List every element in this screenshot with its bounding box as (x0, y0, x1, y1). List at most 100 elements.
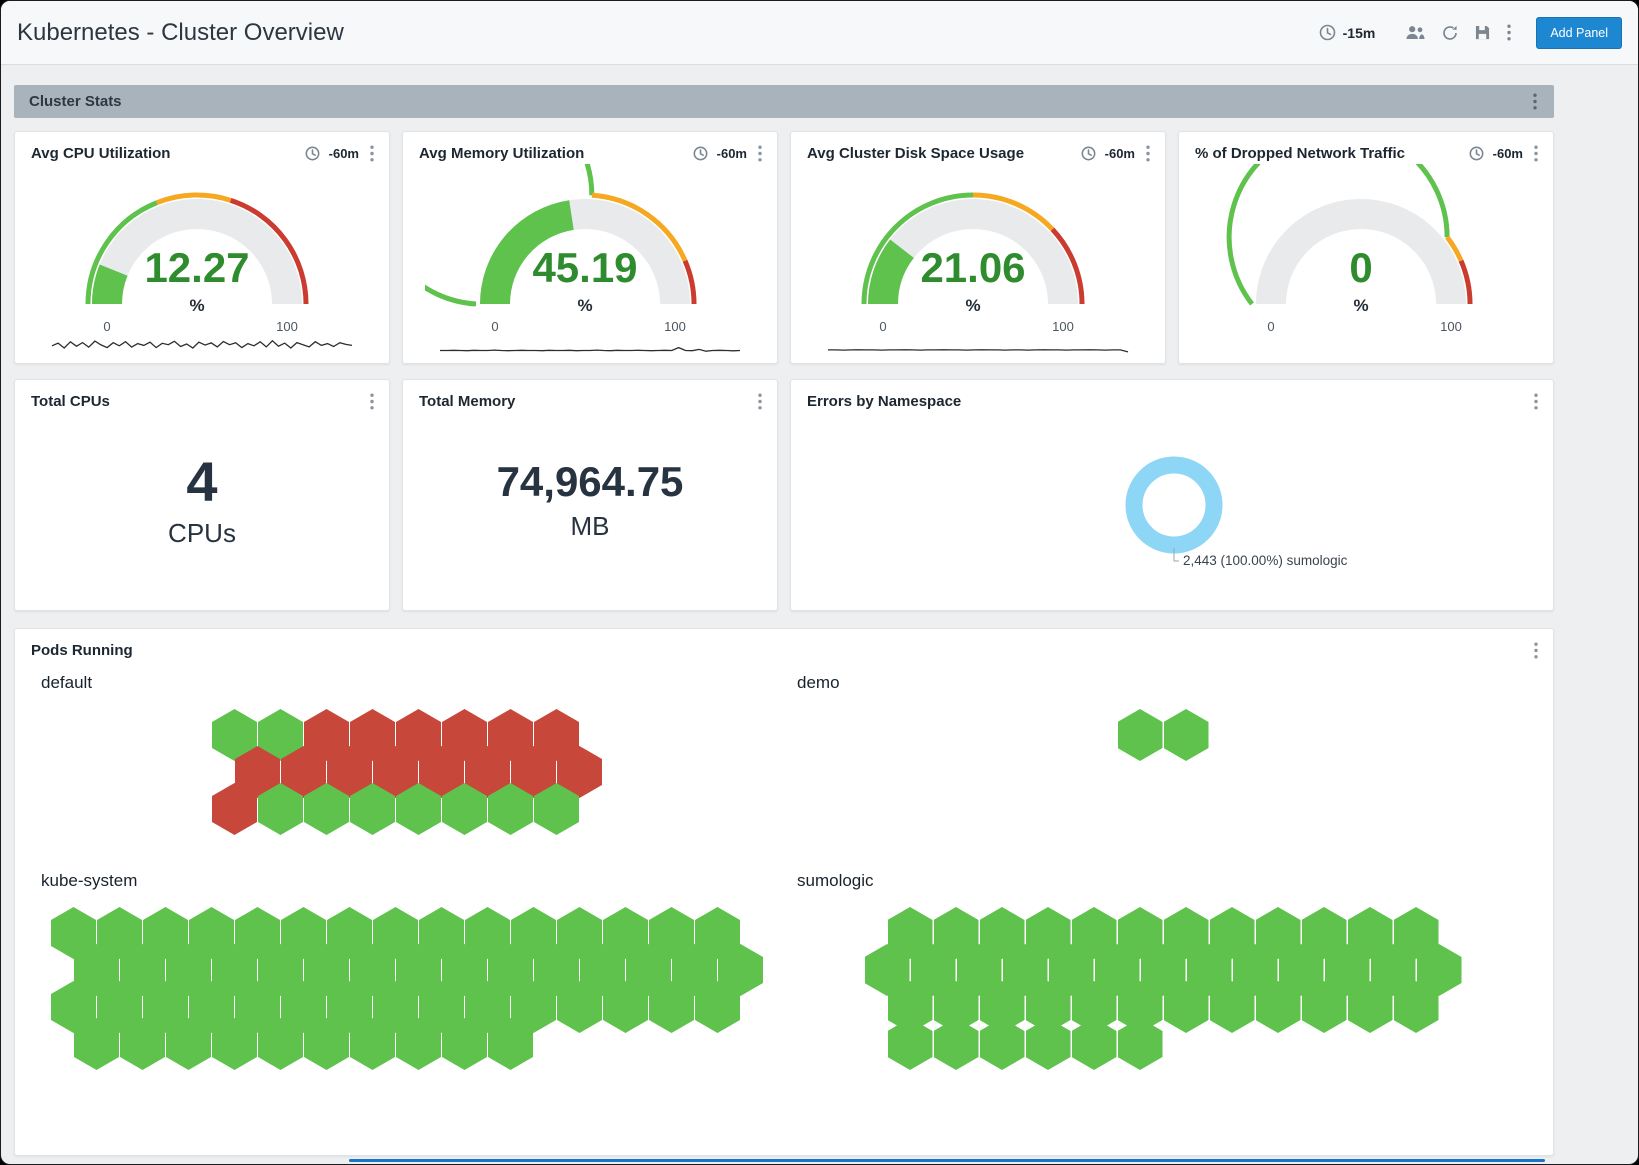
save-icon[interactable] (1475, 25, 1490, 40)
svg-text:21.06: 21.06 (920, 244, 1025, 291)
gauge-svg: 45.19% 0 100 (425, 164, 755, 356)
panel-pods-running: Pods Running default demo kube-system (14, 628, 1554, 1156)
stats-row: Total CPUs 4 CPUs Total Memory (14, 379, 1554, 611)
refresh-icon[interactable] (1442, 25, 1458, 41)
panel-kebab-menu-icon[interactable] (756, 393, 764, 410)
cpu-gauge-chart: 12.27% 0 100 (15, 164, 389, 356)
donut-segment-sumologic[interactable] (1134, 465, 1214, 545)
svg-text:100: 100 (276, 319, 298, 334)
gauge-sparkline (440, 348, 740, 352)
disk-gauge-chart: 21.06%0100 (791, 164, 1165, 356)
header-toolbar: -15m Add Panel (1319, 17, 1622, 49)
panel-kebab-menu-icon[interactable] (1532, 145, 1540, 162)
pod-hex[interactable] (1164, 709, 1209, 761)
svg-text:45.19: 45.19 (532, 244, 637, 291)
panel-kebab-menu-icon[interactable] (756, 145, 764, 162)
section-header-cluster-stats[interactable]: Cluster Stats (14, 85, 1554, 118)
gauge-sparkline (52, 341, 352, 348)
clock-icon (1469, 146, 1484, 161)
gauge-value-fill (883, 249, 902, 304)
namespace-label: sumologic (797, 871, 1541, 891)
panel-avg-cpu-utilization: Avg CPU Utilization -60m 12.27% 0 100 (14, 131, 390, 364)
clock-icon (1319, 24, 1336, 41)
add-panel-button[interactable]: Add Panel (1536, 17, 1622, 49)
time-range-control[interactable]: -15m (1319, 24, 1376, 41)
honeycomb-default (212, 709, 602, 835)
panel-kebab-menu-icon[interactable] (1144, 145, 1152, 162)
pod-hex[interactable] (1072, 1018, 1117, 1070)
dashboard-header: Kubernetes - Cluster Overview -15m Add P… (1, 1, 1638, 65)
namespace-label: default (41, 673, 785, 693)
namespace-label: demo (797, 673, 1541, 693)
panel-title: Total CPUs (31, 393, 110, 410)
svg-text:0: 0 (491, 319, 498, 334)
panel-time-range[interactable]: -60m (329, 146, 359, 161)
section-title: Cluster Stats (29, 93, 122, 110)
panel-time-range[interactable]: -60m (1493, 146, 1523, 161)
honeycomb-demo (1118, 709, 1209, 761)
pod-group-default: default (29, 663, 785, 835)
header-kebab-menu-icon[interactable] (1507, 24, 1511, 41)
panel-avg-memory-utilization: Avg Memory Utilization -60m 45.19% 0 100 (402, 131, 778, 364)
pod-hex[interactable] (980, 1018, 1025, 1070)
panel-kebab-menu-icon[interactable] (368, 145, 376, 162)
pods-honeycomb-grid: default demo kube-system sumologic (15, 659, 1553, 1080)
svg-text:0: 0 (1349, 244, 1372, 291)
gauge-value-fill (107, 270, 114, 304)
panel-title: Avg CPU Utilization (31, 145, 170, 162)
panel-title: Errors by Namespace (807, 393, 961, 410)
panel-avg-cluster-disk-space-usage: Avg Cluster Disk Space Usage -60m 21.06%… (790, 131, 1166, 364)
panel-kebab-menu-icon[interactable] (1532, 642, 1540, 659)
gauge-sparkline (828, 350, 1128, 352)
svg-text:0: 0 (1267, 319, 1274, 334)
gauge-svg: 0% 0 100 (1201, 164, 1531, 356)
panel-total-memory: Total Memory 74,964.75 MB (402, 379, 778, 611)
page-title: Kubernetes - Cluster Overview (17, 19, 344, 47)
panel-total-cpus: Total CPUs 4 CPUs (14, 379, 390, 611)
gauge-svg: 21.06%0100 (813, 164, 1143, 356)
honeycomb-sumologic (865, 907, 1462, 1070)
memory-gauge-chart: 45.19% 0 100 (403, 164, 777, 356)
panel-dropped-network-traffic: % of Dropped Network Traffic -60m 0% 0 100 (1178, 131, 1554, 364)
namespace-label: kube-system (41, 871, 785, 891)
panel-title: Pods Running (31, 642, 133, 659)
svg-text:100: 100 (664, 319, 686, 334)
svg-text:%: % (189, 296, 204, 315)
time-range-label: -15m (1343, 25, 1376, 41)
pod-hex[interactable] (1026, 1018, 1071, 1070)
horizontal-scrollbar[interactable] (349, 1159, 1545, 1162)
svg-text:0: 0 (103, 319, 110, 334)
clock-icon (693, 146, 708, 161)
panel-errors-by-namespace: Errors by Namespace 2,443 (100.00%) sumo… (790, 379, 1554, 611)
errors-donut-chart: 2,443 (100.00%) sumologic (791, 410, 1553, 595)
panel-time-range[interactable]: -60m (717, 146, 747, 161)
svg-text:12.27: 12.27 (144, 244, 249, 291)
section-kebab-menu-icon[interactable] (1531, 93, 1539, 110)
total-memory-value: 74,964.75 (497, 460, 684, 504)
svg-text:%: % (1353, 296, 1368, 315)
panel-title: % of Dropped Network Traffic (1195, 145, 1405, 162)
pod-hex[interactable] (1118, 1018, 1163, 1070)
dashboard-window: Kubernetes - Cluster Overview -15m Add P… (0, 0, 1639, 1165)
panel-kebab-menu-icon[interactable] (368, 393, 376, 410)
pod-hex[interactable] (888, 1018, 933, 1070)
svg-text:100: 100 (1440, 319, 1462, 334)
clock-icon (305, 146, 320, 161)
svg-text:100: 100 (1052, 319, 1074, 334)
svg-text:0: 0 (879, 319, 886, 334)
panel-title: Avg Cluster Disk Space Usage (807, 145, 1024, 162)
pod-hex[interactable] (934, 1018, 979, 1070)
pod-group-demo: demo (785, 663, 1541, 835)
pod-hex[interactable] (1118, 709, 1163, 761)
dashboard-content: Cluster Stats Avg CPU Utilization -60m 1… (1, 65, 1638, 1156)
gauge-svg: 12.27% 0 100 (37, 164, 367, 356)
total-memory-unit: MB (571, 511, 610, 542)
svg-text:%: % (577, 296, 592, 315)
total-cpus-value: 4 (186, 453, 217, 512)
total-cpus-unit: CPUs (168, 518, 236, 549)
network-gauge-chart: 0% 0 100 (1179, 164, 1553, 356)
panel-time-range[interactable]: -60m (1105, 146, 1135, 161)
share-users-icon[interactable] (1406, 25, 1425, 40)
panel-kebab-menu-icon[interactable] (1532, 393, 1540, 410)
panel-title: Avg Memory Utilization (419, 145, 584, 162)
